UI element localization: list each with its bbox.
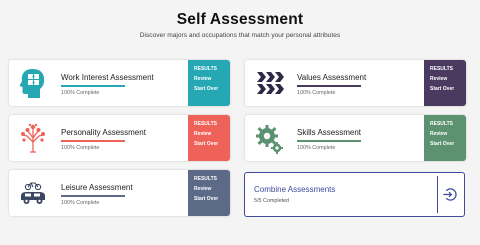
personality-card: Personality Assessment 100% Complete RES… — [9, 115, 230, 161]
work-interest-card: Work Interest Assessment 100% Complete R… — [9, 60, 230, 106]
values-results-link[interactable]: RESULTS — [430, 67, 466, 72]
page-title: Self Assessment — [176, 11, 304, 28]
personality-status: 100% Complete — [61, 145, 100, 151]
tree-icon — [18, 122, 48, 154]
leisure-start-over-link[interactable]: Start Over — [194, 197, 230, 202]
page-header: Self Assessment Discover majors and occu… — [0, 0, 480, 46]
work-interest-status: 100% Complete — [61, 90, 100, 96]
chevrons-icon — [254, 67, 284, 99]
enter-circle-icon[interactable] — [442, 187, 457, 202]
values-progress-bar — [297, 85, 361, 87]
work-interest-progress-bar — [61, 85, 125, 87]
leisure-title: Leisure Assessment — [61, 183, 133, 192]
work-interest-review-link[interactable]: Review — [194, 77, 230, 82]
skills-actions-panel: RESULTS Review Start Over — [424, 115, 466, 161]
car-bikes-icon — [18, 177, 48, 209]
leisure-review-link[interactable]: Review — [194, 187, 230, 192]
leisure-status: 100% Complete — [61, 200, 100, 206]
personality-title: Personality Assessment — [61, 128, 146, 137]
values-review-link[interactable]: Review — [430, 77, 466, 82]
personality-results-link[interactable]: RESULTS — [194, 122, 230, 127]
combine-title: Combine Assessments — [254, 185, 336, 194]
leisure-card: Leisure Assessment 100% Complete RESULTS… — [9, 170, 230, 216]
head-puzzle-icon — [18, 67, 48, 99]
personality-start-over-link[interactable]: Start Over — [194, 142, 230, 147]
values-card: Values Assessment 100% Complete RESULTS … — [245, 60, 466, 106]
personality-review-link[interactable]: Review — [194, 132, 230, 137]
personality-progress-bar — [61, 140, 125, 142]
skills-status: 100% Complete — [297, 145, 336, 151]
skills-start-over-link[interactable]: Start Over — [430, 142, 466, 147]
combine-assessments-card[interactable]: Combine Assessments 5/5 Completed — [244, 172, 465, 217]
work-interest-title: Work Interest Assessment — [61, 73, 154, 82]
skills-progress-bar — [297, 140, 361, 142]
values-actions-panel: RESULTS Review Start Over — [424, 60, 466, 106]
work-interest-start-over-link[interactable]: Start Over — [194, 87, 230, 92]
page-subtitle: Discover majors and occupations that mat… — [139, 32, 341, 39]
personality-actions-panel: RESULTS Review Start Over — [188, 115, 230, 161]
combine-status: 5/5 Completed — [254, 198, 290, 204]
leisure-actions-panel: RESULTS Review Start Over — [188, 170, 230, 216]
values-start-over-link[interactable]: Start Over — [430, 87, 466, 92]
leisure-results-link[interactable]: RESULTS — [194, 177, 230, 182]
leisure-progress-bar — [61, 195, 125, 197]
skills-title: Skills Assessment — [297, 128, 362, 137]
gears-icon — [254, 122, 284, 154]
skills-results-link[interactable]: RESULTS — [430, 122, 466, 127]
skills-card: Skills Assessment 100% Complete RESULTS … — [245, 115, 466, 161]
values-status: 100% Complete — [297, 90, 336, 96]
combine-divider — [436, 176, 438, 213]
work-interest-results-link[interactable]: RESULTS — [194, 67, 230, 72]
work-interest-actions-panel: RESULTS Review Start Over — [188, 60, 230, 106]
values-title: Values Assessment — [297, 73, 367, 82]
skills-review-link[interactable]: Review — [430, 132, 466, 137]
